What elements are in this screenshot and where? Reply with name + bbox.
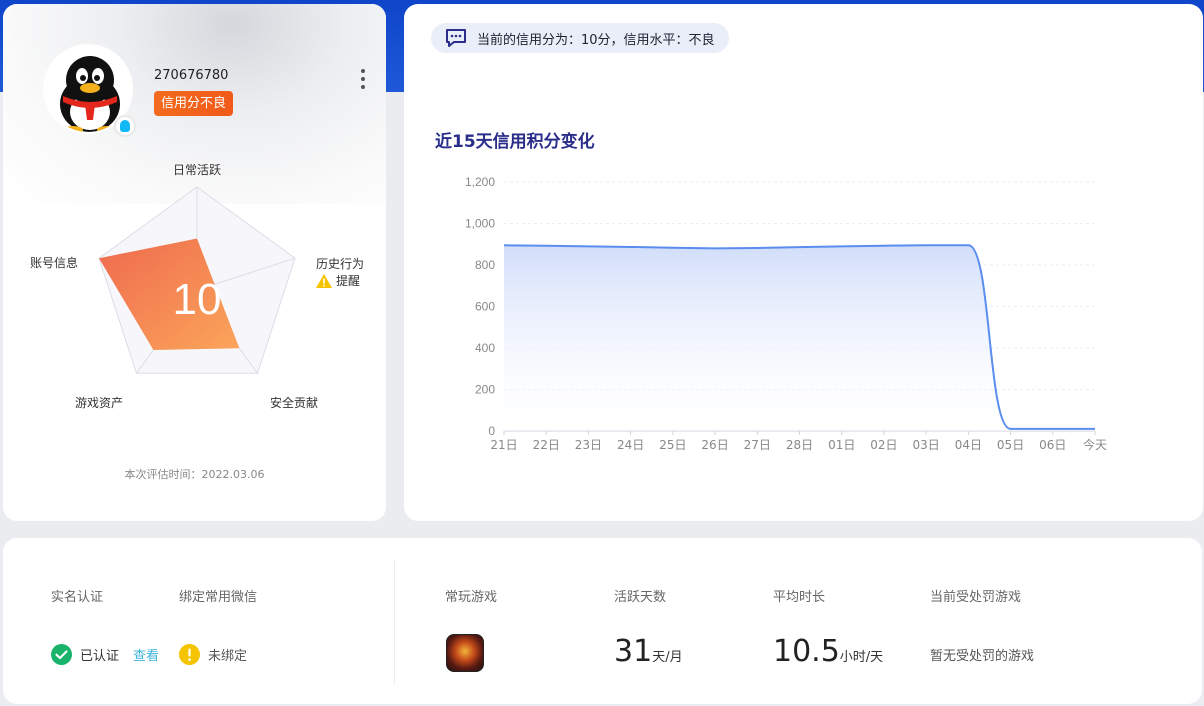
active-days-unit: 天/月: [652, 650, 683, 665]
warning-label: 提醒: [336, 274, 361, 288]
evaluation-time: 本次评估时间：2022.03.06: [124, 468, 265, 481]
credit-line-chart: 21日 22日 23日 24日 25日 26日 27日 28日 01日 02日 03日 04日 05日 0…: [465, 175, 1107, 452]
realname-status: 已认证 查看: [51, 644, 159, 665]
history-warning[interactable]: 提醒: [316, 272, 360, 289]
profile-card: 270676780 信用分不良 10 日常活跃 历史行为 提醒 安全贡献 游戏资…: [3, 4, 386, 521]
radar-label-safety: 安全贡献: [270, 396, 319, 410]
x-tick-label: 今天: [1083, 437, 1107, 452]
penalty-label: 当前受处罚游戏: [930, 590, 1022, 605]
x-tick-label: 01日: [828, 438, 855, 452]
y-tick-label: 1,000: [465, 217, 495, 231]
credit-chart-card: 当前的信用分为：10分，信用水平：不良 近15天信用积分变化 21日 22日 23日…: [404, 4, 1203, 521]
radar-label-daily-active: 日常活跃: [173, 163, 222, 177]
active-days-label: 活跃天数: [614, 590, 667, 605]
x-tick-label: 06日: [1039, 438, 1066, 452]
x-tick-label: 02日: [870, 438, 897, 452]
avg-time-unit: 小时/天: [839, 650, 884, 665]
game-app-icon[interactable]: [446, 634, 484, 672]
x-tick-label: 23日: [575, 438, 602, 452]
x-tick-label: 25日: [659, 438, 686, 452]
realname-status-text: 已认证: [80, 649, 120, 664]
realname-view-link[interactable]: 查看: [133, 645, 159, 664]
x-tick-label: 26日: [701, 438, 728, 452]
avg-time-value: 10.5: [773, 634, 840, 669]
credit-score-value: 10: [173, 275, 222, 324]
y-tick-label: 1,200: [465, 175, 495, 189]
avg-time: 10.5小时/天: [773, 637, 883, 667]
x-tick-label: 28日: [786, 438, 813, 452]
x-tick-label: 03日: [913, 438, 940, 452]
realname-label: 实名认证: [51, 590, 104, 605]
penalty-text: 暂无受处罚的游戏: [930, 649, 1035, 664]
x-tick-label: 24日: [617, 438, 644, 452]
radar-label-history: 历史行为: [316, 257, 365, 271]
warning-icon: [316, 273, 332, 288]
x-tick-label: 04日: [955, 438, 982, 452]
stats-divider: [394, 560, 395, 684]
y-tick-label: 200: [475, 383, 495, 397]
chart-area: [504, 245, 1095, 431]
y-tick-label: 0: [488, 424, 495, 438]
radar-label-account: 账号信息: [30, 256, 79, 270]
wechat-label: 绑定常用微信: [179, 590, 258, 605]
exclamation-circle-icon: [179, 644, 200, 665]
y-tick-label: 400: [475, 341, 495, 355]
active-days-value: 31: [614, 634, 653, 669]
x-tick-label: 05日: [997, 438, 1024, 452]
wechat-status: 未绑定: [179, 644, 247, 665]
x-tick-label: 27日: [744, 438, 771, 452]
x-tick-label: 22日: [533, 438, 560, 452]
wechat-status-text: 未绑定: [208, 649, 248, 664]
y-tick-label: 600: [475, 300, 495, 314]
y-tick-label: 800: [475, 258, 495, 272]
x-tick-label: 21日: [490, 438, 517, 452]
stats-card: 实名认证 绑定常用微信 已认证 查看 未绑定 常玩游戏 活跃天数 31天/月 平…: [3, 538, 1202, 704]
check-circle-icon: [51, 644, 72, 665]
radar-label-assets: 游戏资产: [75, 396, 124, 410]
active-days: 31天/月: [614, 637, 683, 667]
avg-time-label: 平均时长: [773, 590, 826, 605]
games-label: 常玩游戏: [445, 590, 498, 605]
